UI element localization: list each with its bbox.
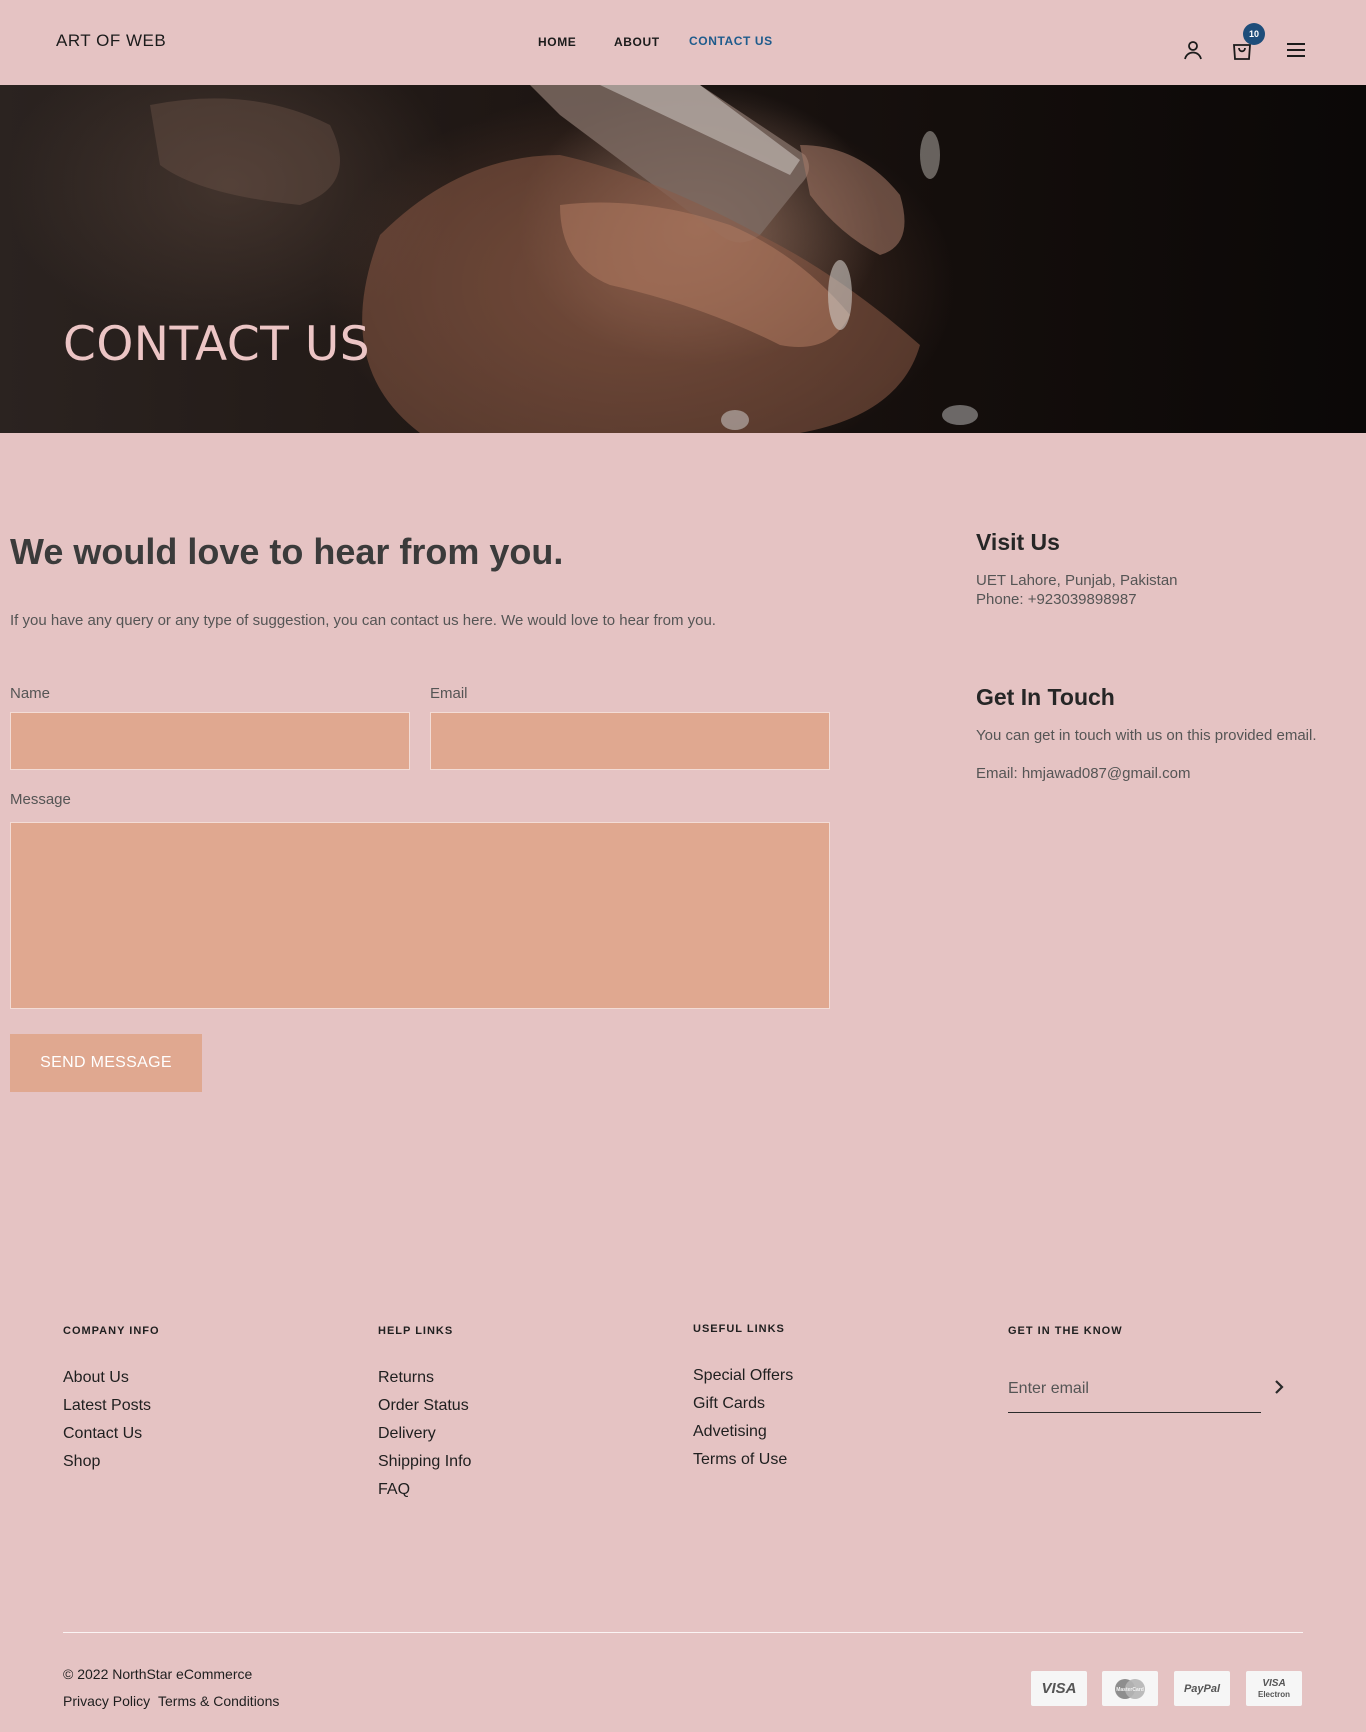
hero-photo-hands-phone	[150, 85, 978, 433]
copyright-text: © 2022 NorthStar eCommerce	[63, 1666, 253, 1682]
footer-link-special-offers[interactable]: Special Offers	[693, 1367, 793, 1385]
get-in-touch-title: Get In Touch	[976, 684, 1115, 710]
footer-link-order-status[interactable]: Order Status	[378, 1397, 469, 1415]
footer-link-gift-cards[interactable]: Gift Cards	[693, 1395, 765, 1413]
message-textarea[interactable]	[10, 822, 830, 1009]
email-input[interactable]	[430, 712, 830, 770]
footer-link-terms-of-use[interactable]: Terms of Use	[693, 1451, 787, 1469]
visa-icon: VISA	[1031, 1671, 1087, 1706]
chevron-right-icon[interactable]	[1272, 1378, 1286, 1396]
visit-us-address: UET Lahore, Punjab, Pakistan	[976, 572, 1178, 589]
footer-link-advertising[interactable]: Advetising	[693, 1423, 767, 1441]
footer-link-shop[interactable]: Shop	[63, 1453, 100, 1471]
nav-about[interactable]: ABOUT	[614, 35, 660, 49]
footer-link-shipping-info[interactable]: Shipping Info	[378, 1453, 471, 1471]
mastercard-circles: MasterCard	[1115, 1678, 1145, 1699]
paypal-icon: PayPal	[1174, 1671, 1230, 1706]
nav-contact-us[interactable]: CONTACT US	[689, 34, 773, 48]
footer-company-title: COMPANY INFO	[63, 1325, 160, 1337]
nav-home[interactable]: HOME	[538, 35, 576, 49]
visit-us-title: Visit Us	[976, 529, 1060, 555]
footer-link-returns[interactable]: Returns	[378, 1369, 434, 1387]
email-label: Email	[430, 685, 468, 702]
footer-link-latest-posts[interactable]: Latest Posts	[63, 1397, 151, 1415]
send-message-button[interactable]: SEND MESSAGE	[10, 1034, 202, 1092]
footer-know-title: GET IN THE KNOW	[1008, 1325, 1123, 1337]
contact-email[interactable]: Email: hmjawad087@gmail.com	[976, 764, 1190, 783]
visa-electron-icon: VISA Electron	[1246, 1671, 1302, 1706]
footer-link-about-us[interactable]: About Us	[63, 1369, 129, 1387]
footer-link-delivery[interactable]: Delivery	[378, 1425, 436, 1443]
visa-logo-text: VISA	[1041, 1680, 1077, 1697]
site-header: ART OF WEB HOME ABOUT CONTACT US 10	[0, 0, 1366, 85]
name-label: Name	[10, 685, 51, 702]
page-heading: We would love to hear from you.	[10, 531, 564, 572]
visa-electron-top-text: VISA	[1262, 1677, 1286, 1689]
visit-us-phone: Phone: +923039898987	[976, 591, 1137, 608]
name-input[interactable]	[10, 712, 410, 770]
get-in-touch-text: You can get in touch with us on this pro…	[976, 727, 1317, 744]
intro-text: If you have any query or any type of sug…	[10, 612, 716, 629]
hero-title: CONTACT US	[63, 317, 371, 372]
footer-help-title: HELP LINKS	[378, 1325, 454, 1337]
footer-useful-title: USEFUL LINKS	[693, 1323, 785, 1335]
hero-banner: CONTACT US	[0, 85, 1366, 433]
mastercard-label: MasterCard	[1116, 1687, 1144, 1693]
menu-icon[interactable]	[1284, 38, 1308, 62]
cart-count-badge: 10	[1243, 23, 1265, 45]
footer-divider	[63, 1632, 1303, 1633]
user-icon[interactable]	[1181, 38, 1205, 62]
mastercard-icon: MasterCard	[1102, 1671, 1158, 1706]
privacy-policy-link[interactable]: Privacy Policy	[63, 1693, 150, 1709]
message-label: Message	[10, 791, 71, 808]
site-logo[interactable]: ART OF WEB	[56, 31, 166, 51]
newsletter-email-input[interactable]	[1008, 1366, 1261, 1413]
paypal-logo-text: PayPal	[1183, 1682, 1221, 1695]
terms-conditions-link[interactable]: Terms & Conditions	[158, 1693, 279, 1709]
footer-link-faq[interactable]: FAQ	[378, 1481, 410, 1499]
footer-link-contact-us[interactable]: Contact Us	[63, 1425, 142, 1443]
visa-electron-bottom-text: Electron	[1257, 1689, 1290, 1699]
